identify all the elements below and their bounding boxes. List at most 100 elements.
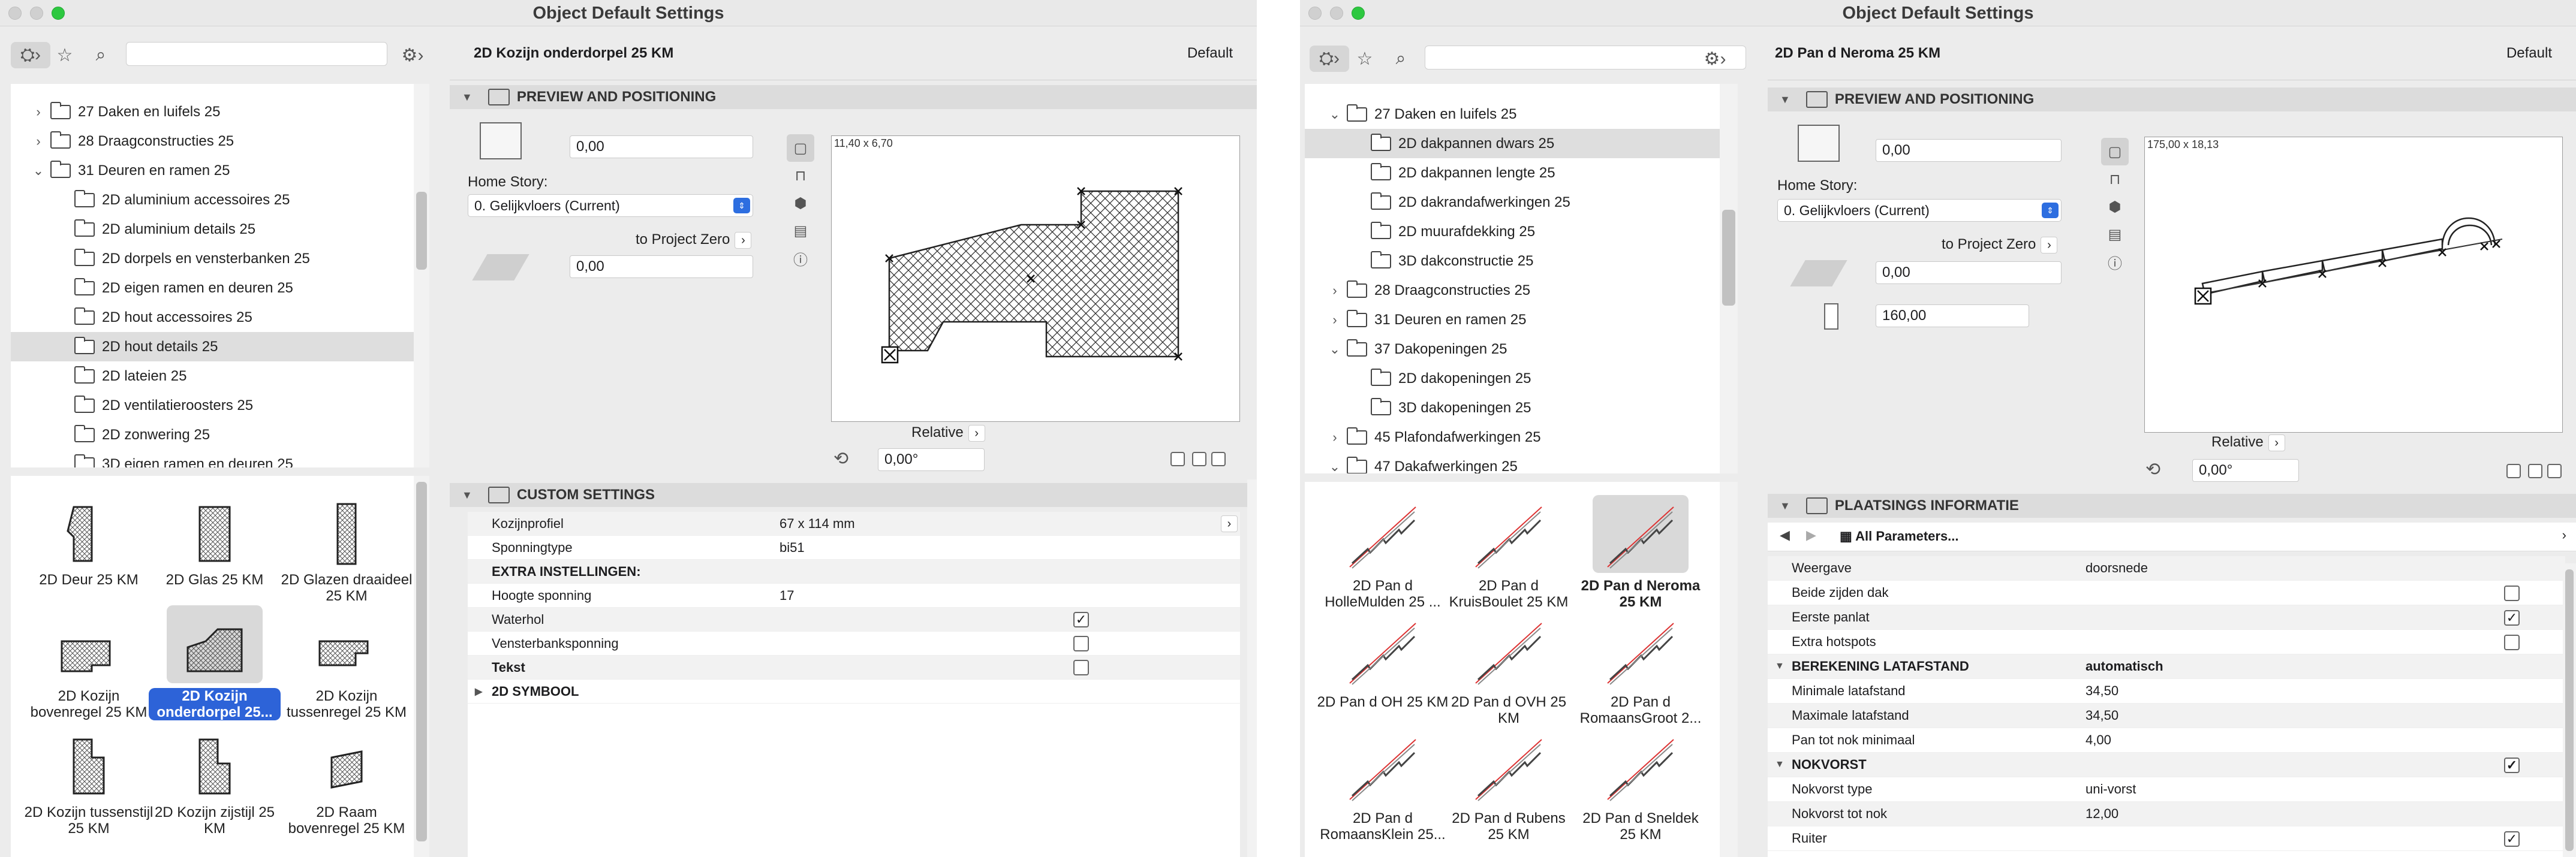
gallery-item-2d-pan-d-hollemulden-25[interactable]: 2D Pan d HolleMulden 25 ... [1317,495,1449,610]
tree-item-2d-eigen-ramen-en-deuren-25[interactable]: 2D eigen ramen en deuren 25 [11,273,414,303]
rotation-angle-field[interactable]: 0,00° [2192,459,2299,482]
param-row-beide-zijden-dak[interactable]: Beide zijden dak [1768,581,2565,605]
gallery-item-2d-pan-d-kruisboulet-25-km[interactable]: 2D Pan d KruisBoulet 25 KM [1443,495,1575,610]
elevation-field[interactable]: 0,00 [1876,261,2062,284]
param-row-nokvorst-type[interactable]: Nokvorst type uni-vorst [1768,777,2565,802]
preview-option-3[interactable] [2547,464,2562,478]
tree-scrollbar[interactable] [414,84,429,467]
preview-canvas[interactable]: 11,40 x 6,70 [831,135,1240,422]
gallery-scrollbar[interactable] [1720,482,1738,857]
checked-checkbox[interactable]: ✓ [1073,612,1089,627]
chevron-right-icon[interactable]: › [1221,515,1238,532]
unchecked-checkbox[interactable] [2504,634,2520,650]
param-value[interactable]: 17 [780,588,794,603]
gear-menu-icon[interactable]: ⚙› [1698,46,1732,72]
search-icon[interactable]: ⌕ [1388,46,1414,72]
forward-arrow-icon[interactable]: ▶ [1806,527,1816,543]
gallery-item-2d-pan-d-neroma-25-km[interactable]: 2D Pan d Neroma 25 KM [1575,495,1707,610]
param-row-ruiter[interactable]: Ruiter ✓ [1768,826,2565,851]
elevation-view-icon[interactable]: ▤ [2101,221,2129,248]
param-value[interactable]: 12,00 [2086,806,2118,822]
plan-view-icon[interactable]: ▢ [787,134,814,162]
param-row-eerste-panlat[interactable]: Eerste panlat ✓ [1768,605,2565,630]
checked-checkbox[interactable]: ✓ [2504,831,2520,847]
param-row-weergave[interactable]: Weergave doorsnede [1768,556,2565,581]
tree-item-31-deuren-en-ramen-25[interactable]: › 31 Deuren en ramen 25 [1305,305,1720,334]
gear-menu-icon[interactable]: ⚙› [396,42,429,68]
unchecked-checkbox[interactable] [1073,636,1089,651]
tree-item-2d-dorpels-en-vensterbanken-25[interactable]: 2D dorpels en vensterbanken 25 [11,244,414,273]
home-story-select[interactable]: 0. Gelijkvloers (Current) ⇕ [468,194,753,217]
tree-item-2d-ventilatieroosters-25[interactable]: 2D ventilatieroosters 25 [11,391,414,420]
param-row-vensterbanksponning[interactable]: Vensterbanksponning [468,632,1240,656]
gallery-item-2d-glazen-draaideel-25-km[interactable]: 2D Glazen draaideel 25 KM [281,489,413,604]
pane-divider[interactable] [1300,473,1738,482]
param-row-waterhol[interactable]: Waterhol ✓ [468,608,1240,632]
param-row-pan-tot-nok-minimaal[interactable]: Pan tot nok minimaal 4,00 [1768,728,2565,753]
gallery-scrollbar[interactable] [414,476,429,857]
param-row-maximale-latafstand[interactable]: Maximale latafstand 34,50 [1768,704,2565,728]
collapse-triangle-icon[interactable]: ▼ [1775,661,1784,672]
gallery-item-2d-pan-d-sneldek-25-km[interactable]: 2D Pan d Sneldek 25 KM [1575,728,1707,843]
placement-info-header[interactable]: ▼ PLAATSINGS INFORMATIE [1768,494,2576,518]
tree-item-37-dakopeningen-25[interactable]: ⌄ 37 Dakopeningen 25 [1305,334,1720,364]
param-row-nokvorst[interactable]: ▼ NOKVORST ✓ [1768,753,2565,777]
chevron-down-icon[interactable]: ⌄ [1329,107,1341,122]
gallery-item-2d-kozijn-onderdorpel-25[interactable]: 2D Kozijn onderdorpel 25... [149,605,281,720]
section-view-icon[interactable]: ⊓ [2101,165,2129,193]
gallery-item-2d-pan-d-romaansgroot-2[interactable]: 2D Pan d RomaansGroot 2... [1575,611,1707,726]
favorites-star-icon[interactable]: ☆ [52,42,78,68]
chevron-right-icon[interactable]: › [1329,430,1341,445]
gallery-item-2d-kozijn-zijstijl-25-km[interactable]: 2D Kozijn zijstijl 25 KM [149,722,281,837]
offset-field[interactable]: 0,00 [1876,139,2062,162]
settings-scrollbar[interactable] [2563,563,2576,857]
search-input[interactable] [126,42,387,66]
chevron-right-icon[interactable]: › [32,104,44,120]
preview-option-2[interactable] [1192,452,1206,466]
param-row-berekening-latafstand[interactable]: ▼ BEREKENING LATAFSTAND automatisch [1768,654,2565,679]
library-view-icon[interactable]: ⛭› [11,42,50,68]
param-row-extra-hotspots[interactable]: Extra hotspots [1768,630,2565,654]
preview-option-3[interactable] [1211,452,1226,466]
home-story-select[interactable]: 0. Gelijkvloers (Current) ⇕ [1777,199,2062,222]
param-row-hoogte-sponning[interactable]: Hoogte sponning 17 [468,584,1240,608]
symbol-group-row[interactable]: ▶ 2D SYMBOOL [468,680,1240,704]
collapse-triangle-icon[interactable]: ▼ [1775,759,1784,770]
tree-item-2d-dakopeningen-25[interactable]: 2D dakopeningen 25 [1305,364,1720,393]
tree-item-2d-aluminium-details-25[interactable]: 2D aluminium details 25 [11,215,414,244]
preview-section-header[interactable]: ▼ PREVIEW AND POSITIONING [1768,87,2576,111]
gallery-item-2d-glas-25-km[interactable]: 2D Glas 25 KM [149,489,281,588]
checked-checkbox[interactable]: ✓ [2504,757,2520,773]
tree-item-3d-dakconstructie-25[interactable]: 3D dakconstructie 25 [1305,246,1720,276]
gallery-item-2d-raam-bovenregel-25-km[interactable]: 2D Raam bovenregel 25 KM [281,722,413,837]
relative-button[interactable]: Relative › [2211,434,2285,451]
gallery-item-2d-kozijn-bovenregel-25-km[interactable]: 2D Kozijn bovenregel 25 KM [23,605,155,720]
param-value[interactable]: doorsnede [2086,560,2148,576]
preview-section-header[interactable]: ▼ PREVIEW AND POSITIONING [450,85,1257,109]
unchecked-checkbox[interactable] [2504,585,2520,601]
relative-button[interactable]: Relative › [911,424,985,442]
tree-item-2d-lateien-25[interactable]: 2D lateien 25 [11,361,414,391]
to-project-zero-button[interactable]: to Project Zero › [636,231,752,249]
tree-item-2d-aluminium-accessoires-25[interactable]: 2D aluminium accessoires 25 [11,185,414,215]
param-row-kozijnprofiel[interactable]: Kozijnprofiel 67 x 114 mm › [468,512,1240,536]
gallery-item-2d-pan-d-romaansklein-25[interactable]: 2D Pan d RomaansKlein 25... [1317,728,1449,843]
param-value[interactable]: 34,50 [2086,708,2118,723]
elevation-view-icon[interactable]: ▤ [787,217,814,245]
tree-item-3d-dakopeningen-25[interactable]: 3D dakopeningen 25 [1305,393,1720,423]
to-project-zero-button[interactable]: to Project Zero › [1942,236,2058,254]
info-icon[interactable]: ⓘ [787,245,814,272]
checked-checkbox[interactable]: ✓ [2504,609,2520,626]
tree-item-27-daken-en-luifels-25[interactable]: › 27 Daken en luifels 25 [11,97,414,126]
unchecked-checkbox[interactable] [1073,660,1089,675]
tree-item-2d-hout-details-25[interactable]: 2D hout details 25 [11,332,414,361]
tree-item-2d-muurafdekking-25[interactable]: 2D muurafdekking 25 [1305,217,1720,246]
gallery-item-2d-pan-d-oh-25-km[interactable]: 2D Pan d OH 25 KM [1317,611,1449,710]
3d-view-icon[interactable]: ⬢ [787,189,814,217]
gallery-item-2d-pan-d-ovh-25-km[interactable]: 2D Pan d OVH 25 KM [1443,611,1575,726]
param-row-tekst[interactable]: Tekst [468,656,1240,680]
info-icon[interactable]: ⓘ [2101,248,2129,276]
param-value[interactable]: 67 x 114 mm [780,516,855,532]
3d-view-icon[interactable]: ⬢ [2101,193,2129,221]
tree-scrollbar[interactable] [1720,84,1738,473]
